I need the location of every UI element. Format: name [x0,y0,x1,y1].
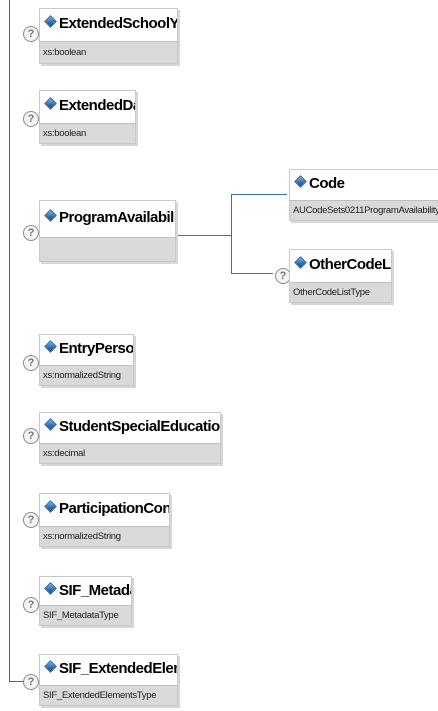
element-type: xs:normalizedString [40,526,169,546]
help-icon[interactable]: ? [23,111,39,127]
element-diamond-icon [44,15,57,29]
help-icon[interactable]: ? [23,512,39,528]
element-type: xs:boolean [40,41,177,63]
element-type [40,237,175,261]
connector-program-availability-out [175,235,231,236]
element-diamond-icon [44,582,57,596]
element-type: xs:decimal [40,443,220,463]
element-diamond-icon [44,340,57,354]
element-name: Code [309,174,345,192]
element-diamond-icon [294,175,307,189]
element-type: AUCodeSets0211ProgramAvailabilityType [290,200,438,220]
element-diamond-icon [44,660,57,674]
element-diamond-icon [294,256,307,270]
connector-to-other-code-list [231,273,273,274]
element-name: StudentSpecialEducationFTE [59,417,220,435]
element-other-code-list[interactable]: OtherCodeList OtherCodeListType [289,249,392,303]
element-diamond-icon [44,209,57,223]
help-icon[interactable]: ? [23,597,39,613]
element-extended-day[interactable]: ExtendedDay xs:boolean [39,90,136,144]
element-student-special-education-fte[interactable]: StudentSpecialEducationFTE xs:decimal [39,412,221,464]
help-icon[interactable]: ? [23,674,39,690]
element-type: SIF_MetadataType [40,605,131,625]
element-entry-person[interactable]: EntryPerson xs:normalizedString [39,334,134,386]
element-name: OtherCodeList [309,255,391,273]
connector-to-code [231,194,287,195]
element-name: ExtendedDay [59,96,135,114]
element-name: ExtendedSchoolYear [59,14,177,32]
element-name: ProgramAvailability [59,208,175,226]
help-icon[interactable]: ? [23,355,39,371]
element-name: ParticipationContact [59,499,169,517]
element-code[interactable]: Code AUCodeSets0211ProgramAvailabilityTy… [289,169,438,221]
element-diamond-icon [44,97,57,111]
element-diamond-icon [44,418,57,432]
element-program-availability[interactable]: ProgramAvailability [39,200,176,262]
element-sif-extended-elements[interactable]: SIF_ExtendedElements SIF_ExtendedElement… [39,654,178,706]
help-icon[interactable]: ? [23,225,39,241]
element-type: OtherCodeListType [290,282,391,302]
connector-branch-vertical [231,194,232,273]
element-type: xs:normalizedString [40,365,133,385]
element-extended-school-year[interactable]: ExtendedSchoolYear xs:boolean [39,8,178,64]
help-icon[interactable]: ? [23,428,39,444]
element-participation-contact[interactable]: ParticipationContact xs:normalizedString [39,493,170,547]
element-name: EntryPerson [59,339,133,357]
element-sif-metadata[interactable]: SIF_Metadata SIF_MetadataType [39,576,132,626]
element-name: SIF_Metadata [59,581,131,599]
element-diamond-icon [44,500,57,514]
element-type: xs:boolean [40,123,135,143]
help-icon[interactable]: ? [23,26,39,42]
element-name: SIF_ExtendedElements [59,659,177,677]
element-type: SIF_ExtendedElementsType [40,685,177,705]
main-vertical-connector [9,0,10,682]
